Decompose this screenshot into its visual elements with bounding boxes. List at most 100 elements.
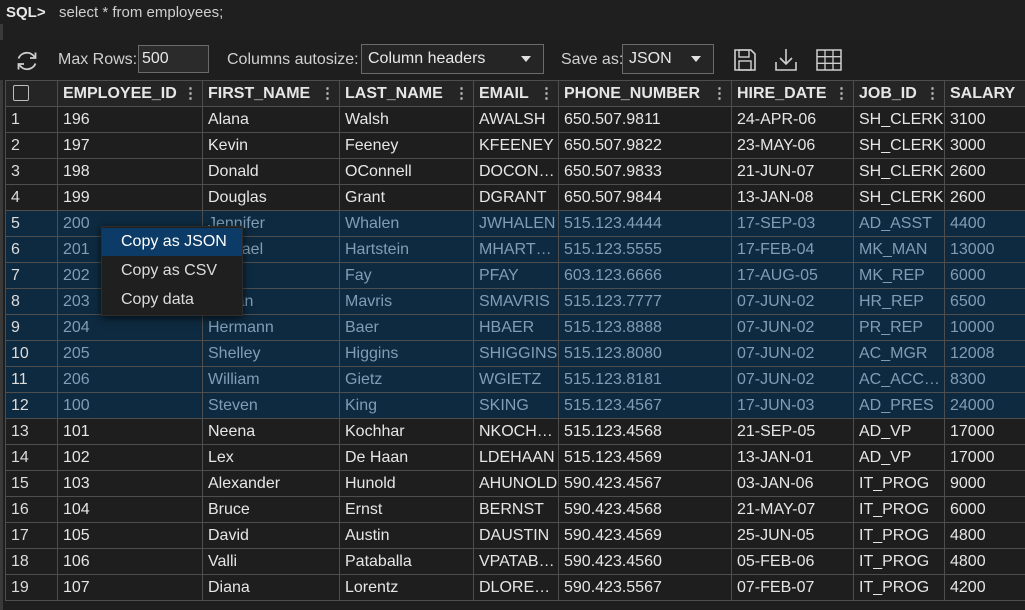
table-cell[interactable]: IT_PROG: [853, 496, 945, 523]
copy-data-menu-item[interactable]: Copy data: [102, 286, 242, 314]
row-number-cell[interactable]: 10: [5, 340, 58, 367]
column-header[interactable]: HIRE_DATE ⋮: [731, 80, 854, 107]
table-cell[interactable]: Alexander: [202, 470, 340, 497]
table-cell[interactable]: 17000: [944, 444, 1025, 471]
column-menu-icon[interactable]: ⋮: [454, 84, 469, 102]
table-cell[interactable]: 515.123.7777: [558, 288, 732, 315]
table-cell[interactable]: AC_MGR: [853, 340, 945, 367]
table-cell[interactable]: 650.507.9822: [558, 132, 732, 159]
table-row[interactable]: 16 104 Bruce Ernst BERNST 590.423.4568 21-MAY-…: [5, 496, 1025, 523]
table-cell[interactable]: 13000: [944, 236, 1025, 263]
table-cell[interactable]: 17-JUN-03: [731, 392, 854, 419]
table-row[interactable]: 4 199 Douglas Grant DGRANT 650.507.9844 13-JAN…: [5, 184, 1025, 211]
table-cell[interactable]: IT_PROG: [853, 574, 945, 601]
table-cell[interactable]: Feeney: [339, 132, 474, 159]
table-cell[interactable]: 8300: [944, 366, 1025, 393]
table-cell[interactable]: 03-JAN-06: [731, 470, 854, 497]
table-row[interactable]: 2 197 Kevin Feeney KFEENEY 650.507.9822 23-MAY…: [5, 132, 1025, 159]
table-cell[interactable]: David: [202, 522, 340, 549]
column-header[interactable]: FIRST_NAME ⋮: [202, 80, 340, 107]
table-cell[interactable]: 102: [57, 444, 203, 471]
table-cell[interactable]: Mavris: [339, 288, 474, 315]
table-cell[interactable]: 21-SEP-05: [731, 418, 854, 445]
table-row[interactable]: 13101NeenaKochharNKOCHHAR515.123.456821-…: [5, 418, 1025, 445]
table-cell[interactable]: 603.123.6666: [558, 262, 732, 289]
table-cell[interactable]: 515.123.4568: [558, 418, 732, 445]
table-cell[interactable]: 21-MAY-07: [731, 496, 854, 523]
column-menu-icon[interactable]: ⋮: [183, 84, 198, 102]
max-rows-input[interactable]: 500: [138, 45, 209, 73]
table-cell[interactable]: AD_VP: [853, 418, 945, 445]
table-cell[interactable]: 515.123.4569: [558, 444, 732, 471]
table-cell[interactable]: 17-FEB-04: [731, 236, 854, 263]
refresh-icon[interactable]: [14, 48, 40, 74]
table-cell[interactable]: Alana: [202, 106, 340, 133]
table-cell[interactable]: Baer: [339, 314, 474, 341]
table-row[interactable]: 14 102 Lex De Haan LDEHAAN 515.123.4569 13-JAN…: [5, 444, 1025, 471]
table-cell[interactable]: Walsh: [339, 106, 474, 133]
table-cell[interactable]: Gietz: [339, 366, 474, 393]
table-cell[interactable]: 515.123.8181: [558, 366, 732, 393]
copy-as-csv-menu-item[interactable]: Copy as CSV: [102, 257, 242, 285]
table-cell[interactable]: De Haan: [339, 444, 474, 471]
table-cell[interactable]: Hunold: [339, 470, 474, 497]
save-icon[interactable]: [731, 46, 759, 74]
table-cell[interactable]: Fay: [339, 262, 474, 289]
table-cell[interactable]: 13-JAN-08: [731, 184, 854, 211]
table-row[interactable]: 18 106 Valli Pataballa VPATABAL 590.423.4560 0…: [5, 548, 1025, 575]
table-cell[interactable]: King: [339, 392, 474, 419]
table-cell[interactable]: SMAVRIS: [473, 288, 559, 315]
table-row[interactable]: 19 107 Diana Lorentz DLORENTZ 590.423.5567 07-…: [5, 574, 1025, 601]
row-number-cell[interactable]: 11: [5, 366, 58, 393]
row-number-cell[interactable]: 19: [5, 574, 58, 601]
row-number-cell[interactable]: 13: [5, 418, 58, 445]
table-cell[interactable]: 17000: [944, 418, 1025, 445]
column-header[interactable]: EMAIL ⋮: [473, 80, 559, 107]
table-cell[interactable]: 515.123.8888: [558, 314, 732, 341]
table-cell[interactable]: MHARTSTEIN: [473, 236, 559, 263]
table-cell[interactable]: KFEENEY: [473, 132, 559, 159]
copy-as-json-menu-item[interactable]: Copy as JSON: [102, 228, 242, 256]
table-cell[interactable]: 650.507.9811: [558, 106, 732, 133]
table-cell[interactable]: Grant: [339, 184, 474, 211]
table-row[interactable]: 10 205 Shelley Higgins SHIGGINS 515.123.8080 0…: [5, 340, 1025, 367]
table-cell[interactable]: IT_PROG: [853, 548, 945, 575]
table-cell[interactable]: 515.123.5555: [558, 236, 732, 263]
table-cell[interactable]: 104: [57, 496, 203, 523]
table-row[interactable]: 17 105 David Austin DAUSTIN 590.423.4569 25-JU…: [5, 522, 1025, 549]
table-cell[interactable]: 6500: [944, 288, 1025, 315]
column-menu-icon[interactable]: ⋮: [712, 84, 727, 102]
table-cell[interactable]: 100: [57, 392, 203, 419]
table-cell[interactable]: 4800: [944, 548, 1025, 575]
table-row[interactable]: 15 103 Alexander Hunold AHUNOLD 590.423.4567 0…: [5, 470, 1025, 497]
table-cell[interactable]: Shelley: [202, 340, 340, 367]
table-cell[interactable]: MK_REP: [853, 262, 945, 289]
table-cell[interactable]: Austin: [339, 522, 474, 549]
table-cell[interactable]: 13-JAN-01: [731, 444, 854, 471]
table-cell[interactable]: DGRANT: [473, 184, 559, 211]
table-cell[interactable]: SH_CLERK: [853, 158, 945, 185]
table-cell[interactable]: WGIETZ: [473, 366, 559, 393]
table-cell[interactable]: JWHALEN: [473, 210, 559, 237]
table-cell[interactable]: AWALSH: [473, 106, 559, 133]
table-cell[interactable]: AC_ACCOUNT: [853, 366, 945, 393]
table-cell[interactable]: 07-JUN-02: [731, 314, 854, 341]
table-cell[interactable]: 205: [57, 340, 203, 367]
table-cell[interactable]: 21-JUN-07: [731, 158, 854, 185]
column-menu-icon[interactable]: ⋮: [834, 84, 849, 102]
table-cell[interactable]: William: [202, 366, 340, 393]
table-cell[interactable]: 650.507.9844: [558, 184, 732, 211]
table-cell[interactable]: 2600: [944, 158, 1025, 185]
table-cell[interactable]: OConnell: [339, 158, 474, 185]
table-cell[interactable]: SH_CLERK: [853, 132, 945, 159]
table-cell[interactable]: Lorentz: [339, 574, 474, 601]
table-cell[interactable]: Kochhar: [339, 418, 474, 445]
table-cell[interactable]: 101: [57, 418, 203, 445]
table-cell[interactable]: AD_ASST: [853, 210, 945, 237]
table-cell[interactable]: 4800: [944, 522, 1025, 549]
table-cell[interactable]: AHUNOLD: [473, 470, 559, 497]
table-cell[interactable]: PFAY: [473, 262, 559, 289]
table-cell[interactable]: Douglas: [202, 184, 340, 211]
table-cell[interactable]: 10000: [944, 314, 1025, 341]
table-cell[interactable]: VPATABAL: [473, 548, 559, 575]
